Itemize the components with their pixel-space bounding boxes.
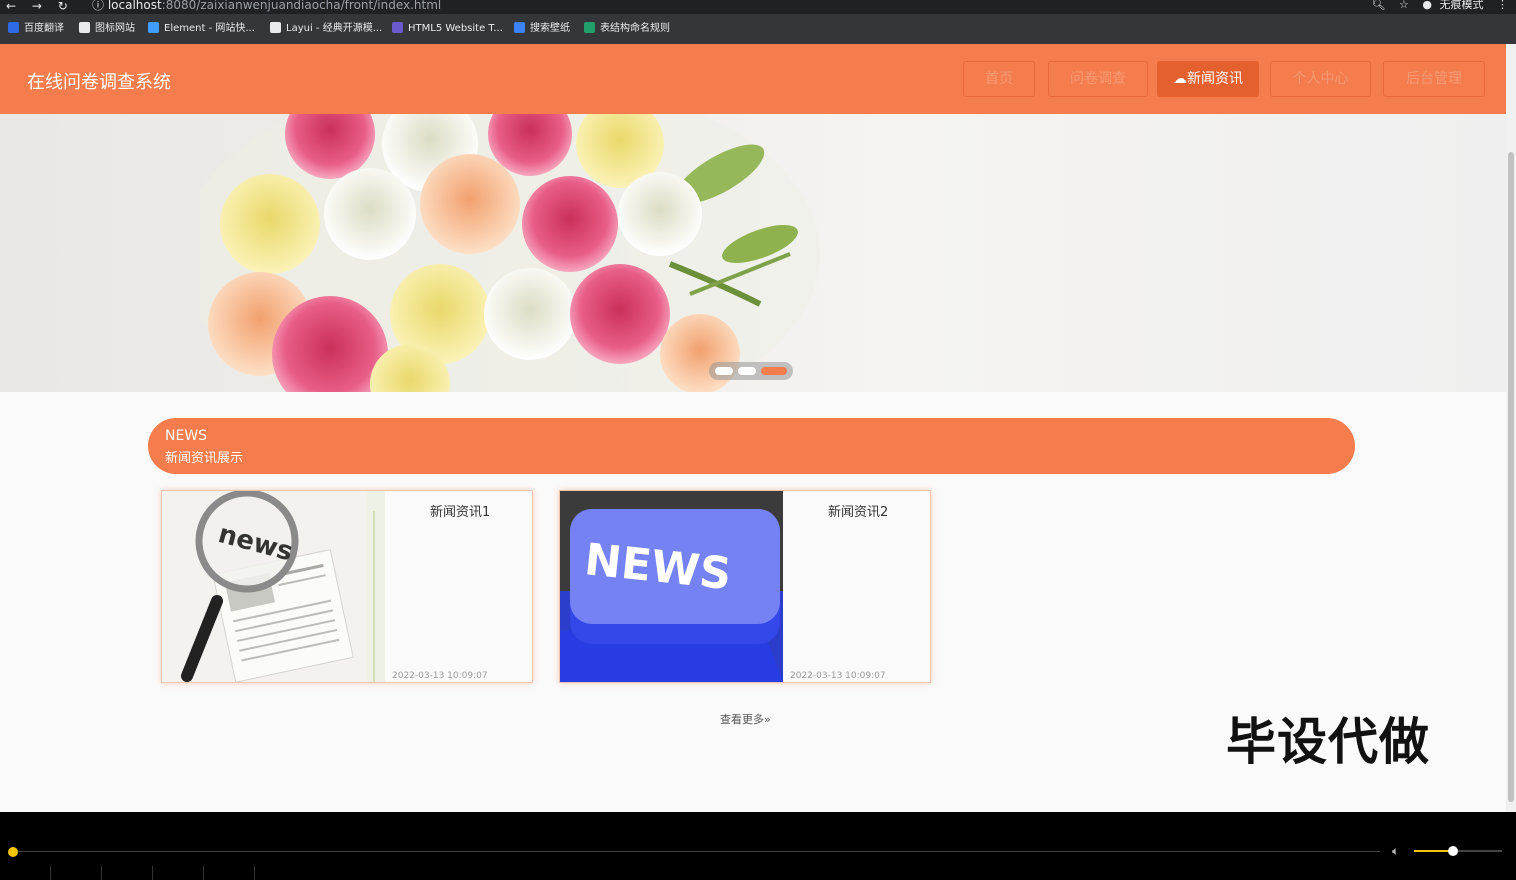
bookmarks-bar: 百度翻译 图标网站 Element - 网站快... Layui - 经典开源模… [0,14,1516,44]
carousel-dot[interactable] [715,367,733,375]
browser-actions: 🔍︎ ☆ ● 无痕模式 ⋮ [1362,0,1508,12]
element-icon [148,22,159,33]
back-icon[interactable]: ← [6,0,16,13]
nav-survey-button[interactable]: 问卷调查 [1048,61,1148,97]
menu-icon[interactable]: ⋮ [1497,0,1508,11]
news-section-header: NEWS 新闻资讯展示 [148,418,1355,474]
info-icon: ⓘ [92,0,105,12]
news-title[interactable]: 新闻资讯2 [828,501,888,520]
browser-nav: ← → ↻ [6,0,80,13]
scrollbar-thumb[interactable] [1508,152,1514,802]
carousel-indicators [709,362,793,380]
volume-icon[interactable]: 🔈︎ [1392,844,1399,859]
site-title[interactable]: 在线问卷调查系统 [27,68,171,94]
nav-admin-button[interactable]: 后台管理 [1383,61,1485,97]
bookmark-item[interactable]: Element - 网站快... [148,22,255,36]
player-segment [203,866,204,880]
news-thumbnail: news [162,491,385,682]
video-player-controls: 🔈︎ [0,812,1516,880]
page-viewport: 在线问卷调查系统 首页 问卷调查 ☁新闻资讯 个人中心 后台管理 NEWS 新闻… [0,44,1506,812]
nav-profile-button[interactable]: 个人中心 [1270,61,1371,97]
forward-icon[interactable]: → [32,0,42,13]
zoom-icon[interactable]: 🔍︎ [1372,0,1386,11]
bookmark-item[interactable]: Layui - 经典开源模... [270,22,382,36]
news-key-image: NEWS [560,491,783,682]
nav-home-button[interactable]: 首页 [963,61,1035,97]
magnifier-newspaper-image: news [162,491,385,682]
bookmark-item[interactable]: 表结构命名规则 [584,22,670,36]
news-card[interactable]: news 新闻资讯1 2022-03-13 10:09:07 [161,490,533,683]
bookmark-item[interactable]: 搜索壁纸 [514,22,570,36]
translate-icon [8,22,19,33]
volume-handle[interactable] [1448,846,1458,856]
page-scrollbar[interactable] [1506,44,1516,812]
volume-slider[interactable] [1414,850,1502,852]
url-host: localhost [107,0,162,12]
address-bar[interactable]: ⓘ localhost:8080/zaixianwenjuandiaocha/f… [92,0,441,12]
player-segment [101,866,102,880]
news-card[interactable]: NEWS 新闻资讯2 2022-03-13 10:09:07 [559,490,931,683]
reload-icon[interactable]: ↻ [58,0,68,13]
player-segment [50,866,51,880]
bookmark-item[interactable]: 百度翻译 [8,22,64,36]
bookmark-item[interactable]: 图标网站 [79,22,135,36]
section-title-cn: 新闻资讯展示 [165,451,244,466]
carousel-dot[interactable] [738,367,756,375]
news-icon: ☁ [1173,71,1187,87]
news-date: 2022-03-13 10:09:07 [392,671,488,681]
news-date: 2022-03-13 10:09:07 [790,671,886,681]
url-path: :8080/zaixianwenjuandiaocha/front/index.… [161,0,442,12]
player-segment [152,866,153,880]
player-segment [254,866,255,880]
section-title-en: NEWS [165,428,208,444]
nav-news-button[interactable]: ☁新闻资讯 [1157,61,1259,97]
banner-carousel[interactable] [0,114,1506,392]
seek-bar[interactable] [12,851,1380,852]
layui-icon [270,22,281,33]
bookmark-item[interactable]: HTML5 Website T... [392,22,503,36]
site-header: 在线问卷调查系统 首页 问卷调查 ☁新闻资讯 个人中心 后台管理 [0,44,1506,114]
star-icon[interactable]: ☆ [1399,0,1409,11]
table-icon [584,22,595,33]
wallpaper-icon [514,22,525,33]
html5-icon [392,22,403,33]
flag-icon [79,22,90,33]
carousel-dot-active[interactable] [761,367,787,375]
flower-bouquet-image [200,114,820,392]
profile-label[interactable]: 无痕模式 [1440,0,1484,11]
news-title[interactable]: 新闻资讯1 [430,501,490,520]
double-chevron-right-icon: » [764,713,771,726]
watermark-text: 毕设代做 [1226,713,1430,771]
seek-handle[interactable] [8,847,18,857]
view-more-link[interactable]: 查看更多» [720,711,771,727]
news-thumbnail: NEWS [560,491,783,682]
browser-toolbar: ← → ↻ ⓘ localhost:8080/zaixianwenjuandia… [0,0,1516,14]
incognito-icon: ● [1422,0,1432,11]
